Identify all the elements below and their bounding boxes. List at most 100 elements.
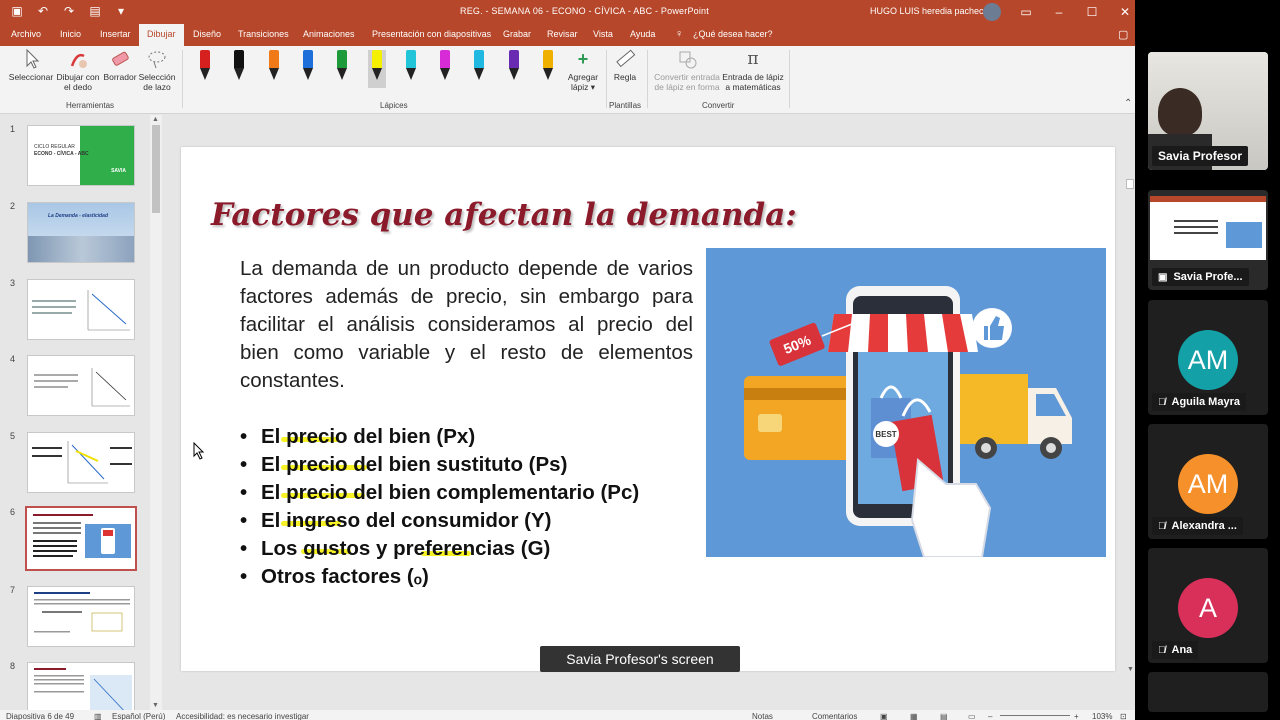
convert-ink-to-shape-button[interactable]: Convertir entrada de lápiz en forma	[652, 48, 722, 92]
tab-presentacion[interactable]: Presentación con diapositivas	[372, 29, 491, 39]
thumb2-title: La Demanda - elasticidad	[48, 213, 109, 219]
slideshow-view-icon[interactable]: ▭	[968, 712, 976, 720]
close-icon[interactable]: ✕	[1117, 4, 1133, 20]
pen-tip-icon	[200, 68, 210, 80]
pen-color-swatch	[337, 50, 348, 68]
comments-button[interactable]: Comentarios	[812, 712, 857, 720]
pen-9[interactable]	[470, 50, 488, 88]
thumb-number: 4	[10, 354, 16, 364]
zoom-in-icon[interactable]: +	[1074, 712, 1079, 720]
participant-tile[interactable]: AM 🎙̸ Alexandra ...	[1148, 424, 1268, 539]
notes-button[interactable]: Notas	[752, 712, 773, 720]
slide-title[interactable]: Factores que afectan la demanda:	[211, 197, 797, 233]
pen-1[interactable]	[196, 50, 214, 88]
participant-tile-video[interactable]: Savia Profesor	[1148, 52, 1268, 170]
pen-6[interactable]	[367, 50, 386, 88]
thumb-number: 6	[10, 507, 16, 517]
tab-animaciones[interactable]: Animaciones	[303, 29, 355, 39]
language-indicator[interactable]: Español (Perú)	[112, 712, 165, 720]
ruler-button[interactable]: Regla	[610, 48, 640, 82]
participant-tile[interactable]: A 🎙̸ Ana	[1148, 548, 1268, 663]
customize-qat-icon[interactable]: ▾	[114, 4, 128, 18]
account-avatar[interactable]	[983, 3, 1001, 21]
tab-archivo[interactable]: Archivo	[11, 29, 41, 39]
tab-dibujar[interactable]: Dibujar	[139, 24, 184, 46]
pen-5[interactable]	[333, 50, 351, 88]
tab-inicio[interactable]: Inicio	[60, 29, 81, 39]
account-name[interactable]: HUGO LUIS heredia pacheco	[870, 6, 989, 16]
zoom-out-icon[interactable]: –	[988, 712, 992, 720]
draw-with-finger-button[interactable]: Dibujar con el dedo	[54, 48, 102, 92]
person-head	[1158, 88, 1202, 136]
select-tool-button[interactable]: Seleccionar	[8, 48, 54, 82]
tab-diseno[interactable]: Diseño	[193, 29, 221, 39]
slide-bullet-list[interactable]: El precio del bien (Px) El precio del bi…	[240, 423, 639, 591]
tab-grabar[interactable]: Grabar	[503, 29, 531, 39]
presentation-start-icon[interactable]: ▤	[88, 4, 102, 18]
scrollbar-thumb[interactable]	[1126, 179, 1134, 189]
undo-icon[interactable]: ↶	[36, 4, 50, 18]
scroll-up-icon[interactable]: ▲	[152, 116, 159, 123]
tab-revisar[interactable]: Revisar	[547, 29, 578, 39]
slide-thumbnail-6[interactable]	[25, 506, 137, 571]
comments-icon[interactable]: ▢	[1118, 28, 1128, 41]
slide-thumbnail-4[interactable]	[27, 355, 135, 416]
ink-to-math-button[interactable]: π Entrada de lápiz a matemáticas	[721, 48, 785, 92]
lasso-select-button[interactable]: Selección de lazo	[138, 48, 176, 92]
slide-thumbnail-5[interactable]	[27, 432, 135, 493]
maximize-icon[interactable]: ☐	[1084, 4, 1100, 20]
pen-8[interactable]	[436, 50, 454, 88]
participant-name-text: Ana	[1171, 644, 1193, 656]
add-pen-button[interactable]: + Agregar lápiz ▾	[566, 48, 600, 92]
spellcheck-icon[interactable]: ▥	[94, 712, 102, 720]
pen-10[interactable]	[505, 50, 523, 88]
participant-tile-screen[interactable]: ▣ Savia Profe...	[1148, 190, 1268, 290]
save-icon[interactable]: ▣	[10, 4, 24, 18]
tell-me-search[interactable]: ¿Qué desea hacer?	[693, 29, 773, 39]
slide-thumbnail-7[interactable]	[27, 586, 135, 647]
minimize-icon[interactable]: –	[1051, 4, 1067, 20]
slide-vertical-scrollbar[interactable]: ▼	[1126, 115, 1135, 675]
slide-thumbnail-1[interactable]: CICLO REGULAR ECONO - CÍVICA - ABC SAVIA	[27, 125, 135, 186]
tab-transiciones[interactable]: Transiciones	[238, 29, 289, 39]
accessibility-status[interactable]: Accesibilidad: es necesario investigar	[176, 712, 309, 720]
fit-slide-icon[interactable]: ⊡	[1120, 712, 1127, 720]
online-shopping-illustration[interactable]: BEST 50%	[706, 248, 1106, 557]
scroll-down-icon[interactable]: ▼	[1127, 666, 1134, 673]
powerpoint-window: ▣ ↶ ↷ ▤ ▾ REG. - SEMANA 06 - ECONO - CÍV…	[0, 0, 1135, 720]
slide-thumbnail-3[interactable]	[27, 279, 135, 340]
scroll-down-icon[interactable]: ▼	[152, 702, 159, 709]
pen-3[interactable]	[265, 50, 283, 88]
thumbnails-scrollbar[interactable]: ▲ ▼	[150, 115, 162, 710]
pen-color-swatch	[200, 50, 210, 68]
pen-11[interactable]	[539, 50, 557, 88]
tab-insertar[interactable]: Insertar	[100, 29, 131, 39]
scrollbar-thumb[interactable]	[152, 125, 160, 213]
screen-thumb-line	[1174, 220, 1218, 222]
slide-canvas[interactable]: Factores que afectan la demanda: La dema…	[181, 147, 1115, 671]
pen-color-swatch	[268, 50, 279, 68]
normal-view-icon[interactable]: ▣	[880, 712, 888, 720]
pen-2[interactable]	[230, 50, 248, 88]
pen-tip-icon	[302, 68, 313, 80]
pi-icon: π	[747, 49, 759, 69]
thumb-number: 7	[10, 585, 16, 595]
pen-4[interactable]	[299, 50, 317, 88]
participant-name: 🎙̸ Aguila Mayra	[1152, 393, 1246, 411]
tab-ayuda[interactable]: Ayuda	[630, 29, 655, 39]
zoom-level[interactable]: 103%	[1092, 712, 1112, 720]
zoom-slider[interactable]	[1000, 715, 1070, 716]
eraser-button[interactable]: Borrador	[101, 48, 139, 82]
reading-view-icon[interactable]: ▤	[940, 712, 948, 720]
ribbon-display-icon[interactable]: ▭	[1018, 4, 1034, 20]
redo-icon[interactable]: ↷	[62, 4, 76, 18]
tab-vista[interactable]: Vista	[593, 29, 613, 39]
slide-sorter-icon[interactable]: ▦	[910, 712, 918, 720]
pen-tip-icon	[405, 68, 416, 80]
collapse-ribbon-icon[interactable]: ⌃	[1124, 98, 1132, 109]
slide-thumbnail-2[interactable]: La Demanda - elasticidad	[27, 202, 135, 263]
slide-paragraph[interactable]: La demanda de un producto depende de var…	[240, 255, 693, 395]
participant-tile[interactable]: AM 🎙̸ Aguila Mayra	[1148, 300, 1268, 415]
participant-tile[interactable]	[1148, 672, 1268, 712]
pen-7[interactable]	[402, 50, 420, 88]
